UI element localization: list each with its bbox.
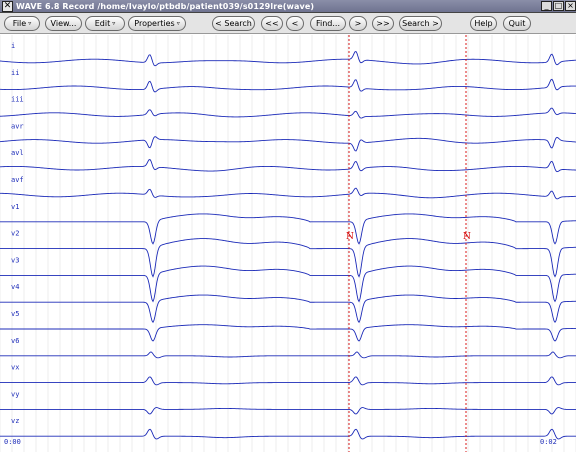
help-label: Help bbox=[474, 19, 493, 28]
view-button[interactable]: View... bbox=[45, 16, 82, 31]
quit-button[interactable]: Quit bbox=[503, 16, 531, 31]
forward-fast-label: >> bbox=[376, 19, 390, 28]
close-icon[interactable]: × bbox=[565, 1, 576, 11]
signal-label-vx[interactable]: vx bbox=[11, 364, 19, 372]
file-menu-label: File bbox=[12, 19, 27, 28]
signal-label-avr[interactable]: avr bbox=[11, 122, 24, 130]
forward-button[interactable]: > bbox=[349, 16, 367, 31]
search-back-button[interactable]: < Search bbox=[212, 16, 255, 31]
signal-label-v1[interactable]: v1 bbox=[11, 203, 19, 211]
find-button[interactable]: Find... bbox=[310, 16, 346, 31]
signal-label-v3[interactable]: v3 bbox=[11, 256, 19, 264]
search-forward-label: Search > bbox=[402, 19, 439, 28]
back-fast-button[interactable]: << bbox=[261, 16, 283, 31]
signal-labels: iiiiiiavravlavfv1v2v3v4v5v6vxvyvz bbox=[11, 42, 24, 425]
file-menu-button[interactable]: File ▿ bbox=[4, 16, 40, 31]
annotation-label[interactable]: N bbox=[463, 232, 471, 242]
back-label: < bbox=[291, 19, 299, 28]
signal-label-v6[interactable]: v6 bbox=[11, 337, 19, 345]
signal-label-avf[interactable]: avf bbox=[11, 176, 24, 184]
search-back-label: < Search bbox=[215, 19, 252, 28]
menu-arrow-icon: ▿ bbox=[176, 20, 180, 27]
properties-menu-label: Properties bbox=[134, 19, 175, 28]
search-forward-button[interactable]: Search > bbox=[399, 16, 442, 31]
signal-label-ii[interactable]: ii bbox=[11, 69, 19, 77]
grid bbox=[0, 35, 576, 452]
time-end-label: 0:02 bbox=[540, 438, 557, 446]
window-title: WAVE 6.8 Record /home/Ivaylo/ptbdb/patie… bbox=[16, 2, 315, 11]
app-logo-icon[interactable]: ✕ bbox=[2, 1, 13, 12]
view-button-label: View... bbox=[50, 19, 77, 28]
time-start-label: 0:00 bbox=[4, 438, 21, 446]
signal-label-avl[interactable]: avl bbox=[11, 149, 24, 157]
menu-arrow-icon: ▿ bbox=[28, 20, 32, 27]
minimize-icon[interactable]: _ bbox=[541, 1, 552, 11]
signal-label-v5[interactable]: v5 bbox=[11, 310, 19, 318]
annotation-label[interactable]: N bbox=[346, 232, 354, 242]
edit-menu-label: Edit bbox=[94, 19, 111, 28]
signal-label-i[interactable]: i bbox=[11, 42, 15, 50]
signal-label-v2[interactable]: v2 bbox=[11, 230, 19, 238]
signal-window[interactable]: NN i ii iii avr avl avf v1 v2 v3 v4 v5 v6 vx vy vz 0:0… bbox=[0, 35, 576, 452]
back-fast-label: << bbox=[265, 19, 279, 28]
quit-label: Quit bbox=[508, 19, 526, 28]
signal-label-vy[interactable]: vy bbox=[11, 390, 19, 398]
signal-label-vz[interactable]: vz bbox=[11, 417, 19, 425]
ecg-plot[interactable]: NN iiiiiiavravlavfv1v2v3v4v5v6vxvyvz 0:0… bbox=[0, 35, 576, 452]
maximize-icon[interactable]: □ bbox=[553, 1, 564, 11]
signal-label-v4[interactable]: v4 bbox=[11, 283, 19, 291]
title-bar: ✕ WAVE 6.8 Record /home/Ivaylo/ptbdb/pat… bbox=[0, 0, 576, 13]
help-button[interactable]: Help bbox=[470, 16, 497, 31]
forward-fast-button[interactable]: >> bbox=[372, 16, 394, 31]
properties-menu-button[interactable]: Properties ▿ bbox=[128, 16, 186, 31]
signal-label-iii[interactable]: iii bbox=[11, 96, 24, 104]
find-label: Find... bbox=[315, 19, 341, 28]
edit-menu-button[interactable]: Edit ▿ bbox=[85, 16, 125, 31]
menu-arrow-icon: ▿ bbox=[112, 20, 116, 27]
back-button[interactable]: < bbox=[286, 16, 304, 31]
forward-label: > bbox=[354, 19, 362, 28]
toolbar: File ▿ View... Edit ▿ Properties ▿ < Search… bbox=[0, 13, 576, 34]
